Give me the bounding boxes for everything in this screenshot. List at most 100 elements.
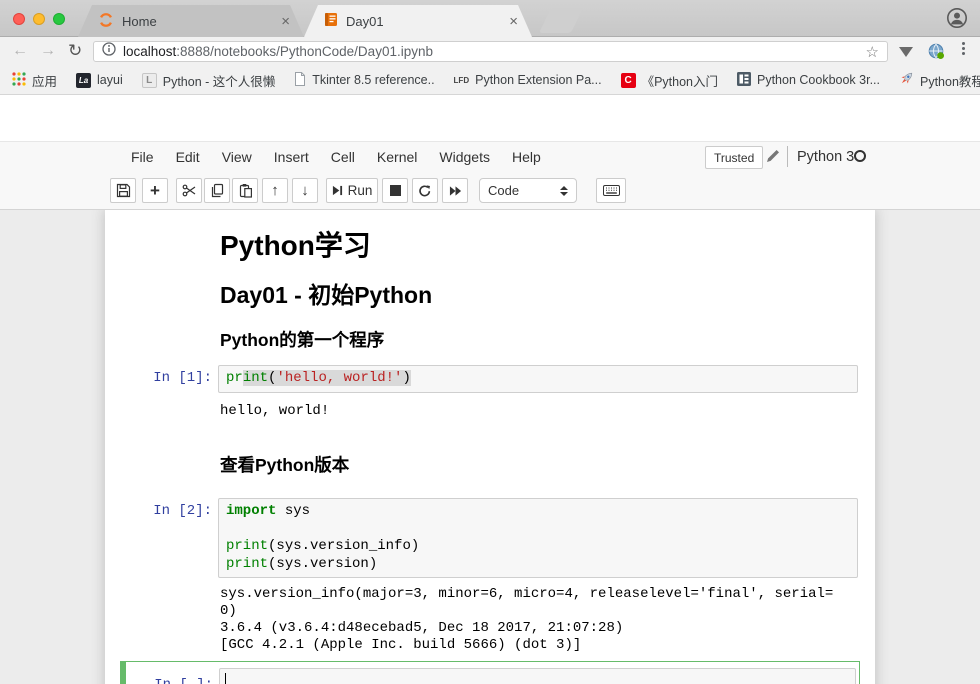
- bookmark-python-blog[interactable]: L Python - 这个人很懒: [142, 71, 276, 90]
- run-cell-button[interactable]: Run: [326, 178, 378, 203]
- tab-close-icon[interactable]: ×: [279, 14, 292, 29]
- markdown-heading-3-first[interactable]: Python的第一个程序: [220, 327, 384, 352]
- restart-kernel-button[interactable]: [412, 178, 438, 203]
- profile-avatar-icon[interactable]: [946, 7, 968, 34]
- rocket-icon: [899, 71, 914, 89]
- bookmark-label: Python Cookbook 3r...: [757, 73, 880, 87]
- extension-globe-icon[interactable]: [928, 43, 945, 65]
- text-cursor: [225, 673, 226, 684]
- input-prompt: In [ ]:: [121, 668, 219, 684]
- apps-grid-icon: [12, 72, 26, 89]
- markdown-heading-2[interactable]: Day01 - 初始Python: [220, 276, 432, 310]
- output-line: [GCC 4.2.1 (Apple Inc. build 5666) (dot …: [220, 637, 833, 654]
- fast-forward-icon: [449, 186, 462, 196]
- bookmark-label: Python - 这个人很懒: [163, 71, 276, 90]
- bookmark-layui[interactable]: La layui: [76, 73, 123, 88]
- code-string: 'hello, world!': [276, 370, 402, 386]
- code-token: (sys.version_info): [268, 538, 419, 554]
- notebook-scroll-area[interactable]: Python学习 Day01 - 初始Python Python的第一个程序 I…: [0, 210, 980, 684]
- code-token: sys: [276, 503, 310, 519]
- command-palette-button[interactable]: [596, 178, 626, 203]
- code-input-area[interactable]: print('hello, world!'): [218, 365, 858, 393]
- restart-run-all-button[interactable]: [442, 178, 468, 203]
- chrome-menu-icon[interactable]: [962, 42, 965, 55]
- code-token: pr: [226, 370, 243, 386]
- tab-home[interactable]: Home ×: [78, 5, 304, 37]
- menu-view[interactable]: View: [211, 149, 263, 165]
- bookmark-label: Python Extension Pa...: [475, 73, 601, 87]
- copy-cell-button[interactable]: [204, 178, 230, 203]
- code-cell-3-selected[interactable]: In [ ]:: [120, 661, 860, 684]
- reload-icon[interactable]: ↻: [68, 40, 82, 62]
- close-window-button[interactable]: [13, 13, 25, 25]
- browser-window: Home × Day01 × ← → ↻: [0, 0, 980, 684]
- code-cell-1: In [1]: print('hello, world!'): [120, 365, 858, 393]
- run-label: Run: [348, 183, 373, 198]
- save-button[interactable]: [110, 178, 136, 203]
- cell-type-select[interactable]: Code: [479, 178, 577, 203]
- arrow-down-icon: ↓: [301, 182, 309, 199]
- code-builtin: print: [226, 538, 268, 554]
- bookmark-apps[interactable]: 应用: [12, 71, 57, 90]
- minimize-window-button[interactable]: [33, 13, 45, 25]
- bookmark-tkinter[interactable]: Tkinter 8.5 reference..: [294, 72, 434, 89]
- bookmark-label: 应用: [32, 71, 57, 90]
- book-grid-icon: [737, 72, 751, 89]
- menu-edit[interactable]: Edit: [165, 149, 211, 165]
- cut-cell-button[interactable]: [176, 178, 202, 203]
- cell-1-output: hello, world!: [220, 403, 329, 419]
- info-icon[interactable]: [102, 42, 116, 61]
- bookmark-extension[interactable]: LFD Python Extension Pa...: [454, 73, 602, 87]
- extension-v-icon[interactable]: [899, 47, 913, 57]
- menu-insert[interactable]: Insert: [263, 149, 320, 165]
- menu-kernel[interactable]: Kernel: [366, 149, 428, 165]
- output-line: sys.version_info(major=3, minor=6, micro…: [220, 586, 833, 603]
- paste-cell-button[interactable]: [232, 178, 258, 203]
- zoom-window-button[interactable]: [53, 13, 65, 25]
- add-cell-button[interactable]: +: [142, 178, 168, 203]
- tab-label: Day01: [346, 14, 384, 29]
- menu-cell[interactable]: Cell: [320, 149, 366, 165]
- select-caret-icon: [560, 186, 568, 196]
- forward-icon[interactable]: →: [40, 40, 56, 62]
- pencil-icon[interactable]: [766, 149, 780, 168]
- kernel-name: Python 3: [797, 149, 854, 165]
- bookmark-python-tutorial[interactable]: Python教程: [899, 71, 980, 90]
- code-input-area[interactable]: import sys print(sys.version_info) print…: [218, 498, 858, 578]
- paste-icon: [238, 183, 253, 198]
- notebook-toolbar: + ↑ ↓ Run: [0, 172, 980, 210]
- tab-label: Home: [122, 14, 157, 29]
- move-cell-up-button[interactable]: ↑: [262, 178, 288, 203]
- output-line: 3.6.4 (v3.6.4:d48ecebad5, Dec 18 2017, 2…: [220, 620, 833, 637]
- cell-type-value: Code: [488, 183, 519, 198]
- code-blank-line: [226, 521, 850, 539]
- trusted-button[interactable]: Trusted: [705, 146, 763, 169]
- tab-close-icon[interactable]: ×: [507, 14, 520, 29]
- menu-file[interactable]: File: [120, 149, 165, 165]
- tab-day01[interactable]: Day01 ×: [304, 5, 532, 37]
- layui-icon: La: [76, 73, 91, 88]
- new-tab-button[interactable]: [539, 8, 583, 33]
- cell-2-output: sys.version_info(major=3, minor=6, micro…: [220, 586, 833, 654]
- markdown-heading-3-second[interactable]: 查看Python版本: [220, 452, 349, 477]
- menu-widgets[interactable]: Widgets: [428, 149, 501, 165]
- markdown-heading-1[interactable]: Python学习: [220, 224, 371, 264]
- page-icon: [294, 72, 306, 89]
- url-text: localhost:8888/notebooks/PythonCode/Day0…: [123, 44, 859, 59]
- bookmark-star-icon[interactable]: ☆: [866, 43, 879, 61]
- bookmark-python-intro[interactable]: C 《Python入门: [621, 71, 718, 90]
- bookmark-label: Tkinter 8.5 reference..: [312, 73, 434, 87]
- move-cell-down-button[interactable]: ↓: [292, 178, 318, 203]
- code-cell-2: In [2]: import sys print(sys.version_inf…: [120, 498, 858, 578]
- url-host: localhost: [123, 44, 176, 59]
- bookmark-cookbook[interactable]: Python Cookbook 3r...: [737, 72, 880, 89]
- keyboard-icon: [603, 185, 620, 196]
- code-token: ): [402, 370, 410, 386]
- letter-c-icon: C: [621, 73, 636, 88]
- arrow-up-icon: ↑: [271, 182, 279, 199]
- code-input-area[interactable]: [219, 668, 856, 684]
- url-field[interactable]: localhost:8888/notebooks/PythonCode/Day0…: [93, 41, 888, 62]
- interrupt-kernel-button[interactable]: [382, 178, 408, 203]
- back-icon[interactable]: ←: [12, 40, 28, 62]
- menu-help[interactable]: Help: [501, 149, 552, 165]
